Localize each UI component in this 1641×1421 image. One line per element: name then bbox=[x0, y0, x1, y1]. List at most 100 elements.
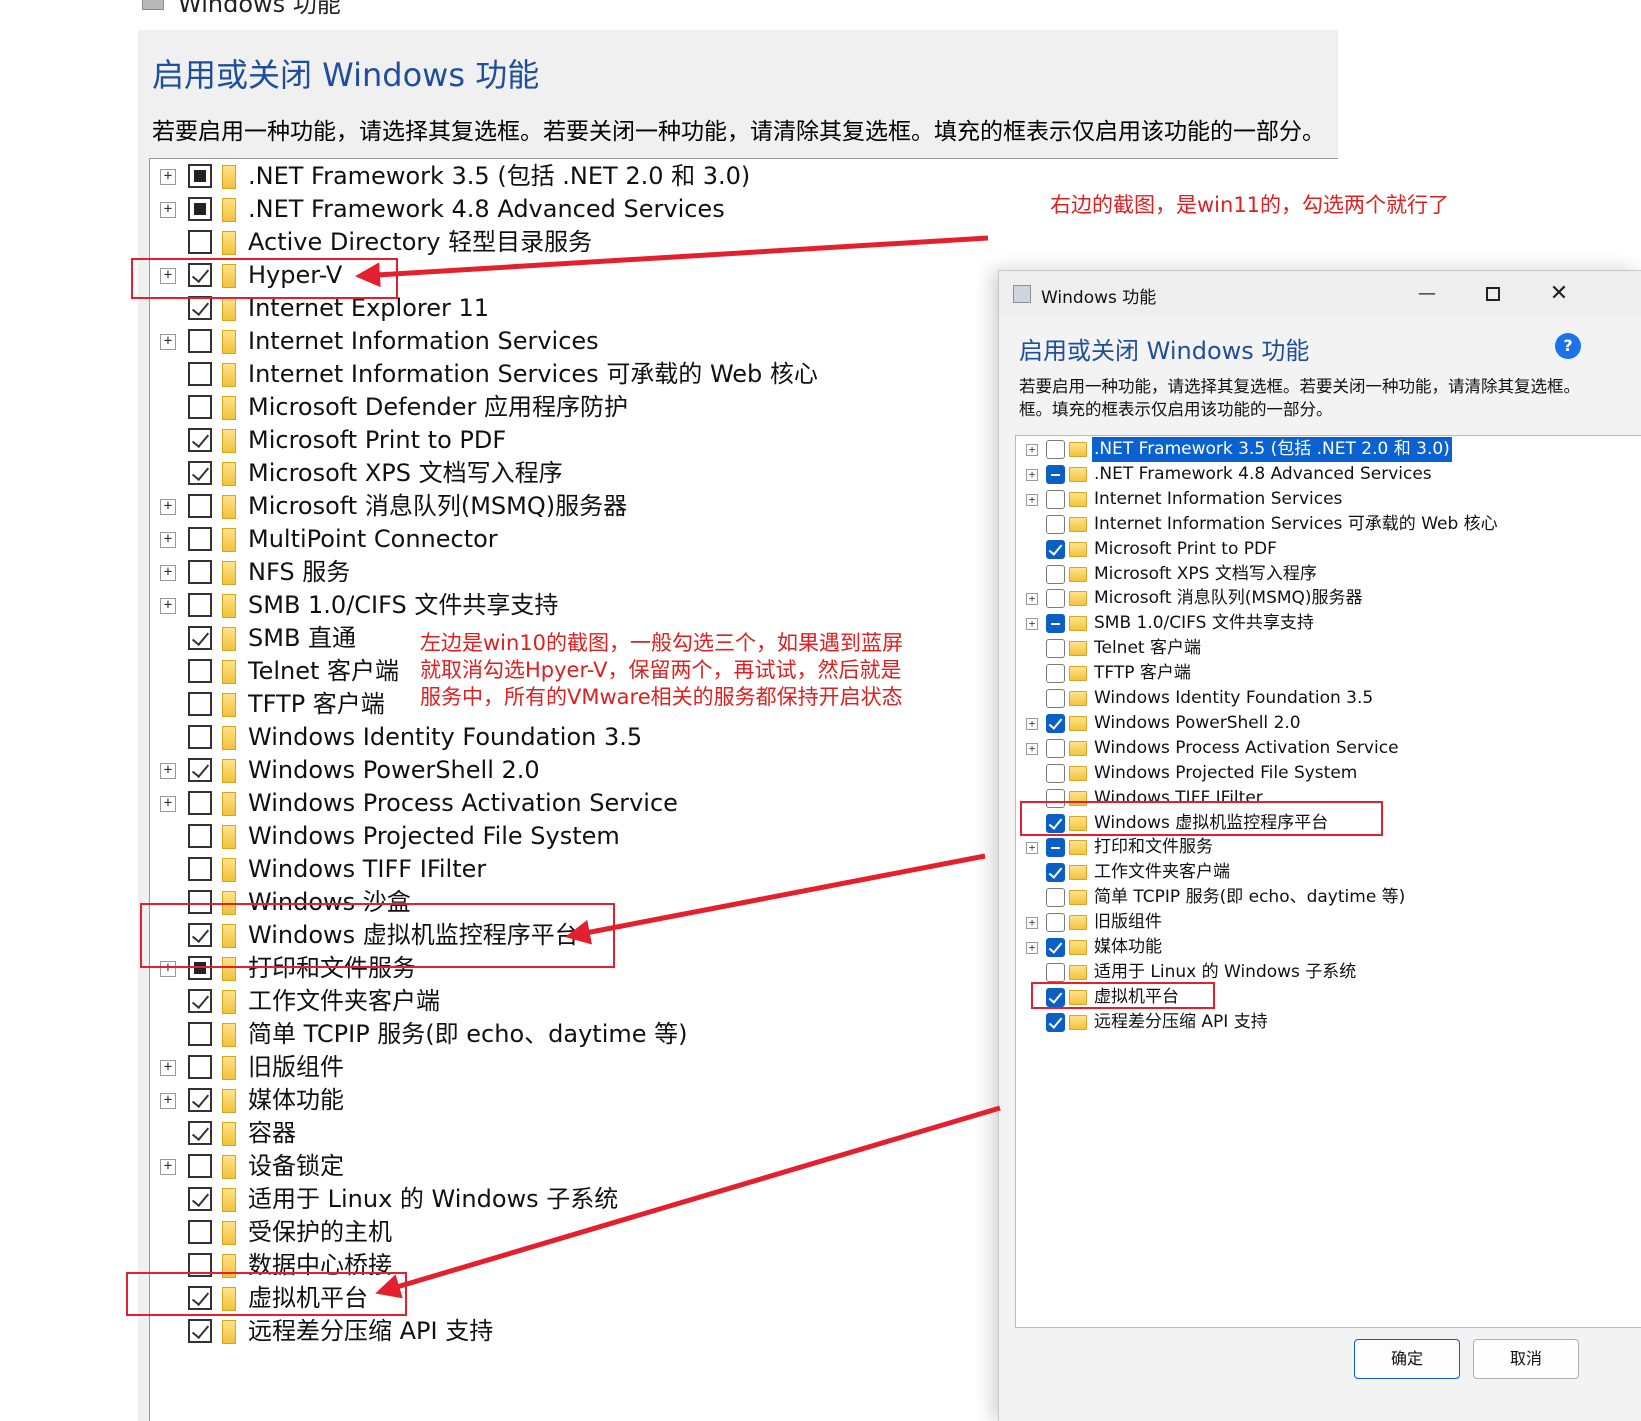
expand-icon[interactable]: + bbox=[1026, 618, 1038, 631]
feature-checkbox[interactable] bbox=[1046, 838, 1065, 858]
win11-feature-row[interactable]: TFTP 客户端 bbox=[1016, 661, 1641, 686]
feature-checkbox[interactable] bbox=[188, 626, 212, 650]
feature-checkbox[interactable] bbox=[188, 1055, 212, 1079]
feature-checkbox[interactable] bbox=[188, 329, 212, 353]
feature-checkbox[interactable] bbox=[188, 1088, 212, 1112]
feature-checkbox[interactable] bbox=[1046, 564, 1065, 584]
expand-icon[interactable]: + bbox=[1026, 917, 1038, 930]
feature-checkbox[interactable] bbox=[188, 1022, 212, 1046]
win11-feature-row[interactable]: 工作文件夹客户端 bbox=[1016, 860, 1641, 885]
expand-icon[interactable]: + bbox=[1026, 444, 1038, 456]
feature-checkbox[interactable] bbox=[1046, 440, 1065, 459]
expand-icon[interactable]: + bbox=[1026, 842, 1038, 855]
feature-checkbox[interactable] bbox=[1046, 489, 1065, 509]
win11-feature-row[interactable]: + Microsoft 消息队列(MSMQ)服务器 bbox=[1016, 586, 1641, 611]
win11-feature-row[interactable]: + .NET Framework 3.5 (包括 .NET 2.0 和 3.0) bbox=[1016, 437, 1641, 462]
feature-checkbox[interactable] bbox=[1046, 664, 1065, 684]
win11-feature-row[interactable]: + Windows Process Activation Service bbox=[1016, 736, 1641, 761]
feature-checkbox[interactable] bbox=[1046, 689, 1065, 708]
feature-checkbox[interactable] bbox=[188, 230, 212, 254]
win11-feature-row[interactable]: + 打印和文件服务 bbox=[1016, 835, 1641, 860]
win10-feature-row[interactable]: Active Directory 轻型目录服务 bbox=[150, 226, 1330, 259]
expand-icon[interactable]: + bbox=[1026, 717, 1038, 730]
expand-icon[interactable]: + bbox=[160, 1093, 176, 1109]
feature-checkbox[interactable] bbox=[188, 725, 212, 749]
feature-checkbox[interactable] bbox=[1046, 763, 1065, 783]
win11-feature-row[interactable]: Microsoft Print to PDF bbox=[1016, 537, 1641, 562]
expand-icon[interactable]: + bbox=[160, 796, 176, 812]
expand-icon[interactable]: + bbox=[1026, 593, 1038, 606]
close-button[interactable]: ✕ bbox=[1536, 279, 1582, 309]
win11-feature-tree[interactable]: + .NET Framework 3.5 (包括 .NET 2.0 和 3.0) +… bbox=[1015, 435, 1641, 1328]
expand-icon[interactable]: + bbox=[1026, 493, 1038, 506]
feature-checkbox[interactable] bbox=[1046, 913, 1065, 933]
ok-button[interactable]: 确定 bbox=[1354, 1339, 1460, 1379]
feature-checkbox[interactable] bbox=[188, 1121, 212, 1145]
expand-icon[interactable]: + bbox=[160, 1159, 176, 1175]
feature-checkbox[interactable] bbox=[188, 692, 212, 716]
win11-feature-row[interactable]: 远程差分压缩 API 支持 bbox=[1016, 1010, 1641, 1035]
feature-checkbox[interactable] bbox=[1046, 539, 1065, 559]
feature-checkbox[interactable] bbox=[1046, 738, 1065, 758]
feature-checkbox[interactable] bbox=[188, 395, 212, 419]
feature-checkbox[interactable] bbox=[188, 593, 212, 617]
expand-icon[interactable]: + bbox=[160, 334, 176, 350]
expand-icon[interactable]: + bbox=[160, 202, 176, 218]
feature-checkbox[interactable] bbox=[1046, 614, 1065, 634]
feature-checkbox[interactable] bbox=[1046, 464, 1065, 484]
feature-checkbox[interactable] bbox=[1046, 713, 1065, 733]
feature-checkbox[interactable] bbox=[188, 659, 212, 683]
win11-feature-row[interactable]: Internet Information Services 可承载的 Web 核… bbox=[1016, 512, 1641, 537]
feature-checkbox[interactable] bbox=[188, 197, 212, 221]
feature-checkbox[interactable] bbox=[188, 362, 212, 386]
win11-feature-row[interactable]: + 旧版组件 bbox=[1016, 910, 1641, 935]
feature-checkbox[interactable] bbox=[1046, 888, 1065, 908]
feature-checkbox[interactable] bbox=[188, 1319, 212, 1343]
feature-checkbox[interactable] bbox=[188, 989, 212, 1013]
win11-feature-row[interactable]: Windows Identity Foundation 3.5 bbox=[1016, 686, 1641, 711]
feature-checkbox[interactable] bbox=[188, 758, 212, 782]
win11-feature-row[interactable]: + SMB 1.0/CIFS 文件共享支持 bbox=[1016, 611, 1641, 636]
feature-checkbox[interactable] bbox=[188, 164, 212, 188]
help-icon[interactable]: ? bbox=[1555, 333, 1581, 359]
feature-checkbox[interactable] bbox=[188, 824, 212, 848]
maximize-button[interactable] bbox=[1470, 279, 1516, 309]
win11-feature-row[interactable]: Microsoft XPS 文档写入程序 bbox=[1016, 562, 1641, 587]
feature-checkbox[interactable] bbox=[188, 560, 212, 584]
win11-feature-row[interactable]: + Internet Information Services bbox=[1016, 487, 1641, 512]
win11-feature-row[interactable]: + Windows PowerShell 2.0 bbox=[1016, 711, 1641, 736]
feature-checkbox[interactable] bbox=[1046, 1012, 1065, 1032]
expand-icon[interactable]: + bbox=[1026, 468, 1038, 481]
win11-feature-row[interactable]: + .NET Framework 4.8 Advanced Services bbox=[1016, 462, 1641, 487]
expand-icon[interactable]: + bbox=[160, 1060, 176, 1076]
win11-feature-row[interactable]: + 媒体功能 bbox=[1016, 935, 1641, 960]
win11-feature-row[interactable]: 简单 TCPIP 服务(即 echo、daytime 等) bbox=[1016, 885, 1641, 910]
win11-feature-row[interactable]: Telnet 客户端 bbox=[1016, 636, 1641, 661]
feature-checkbox[interactable] bbox=[1046, 938, 1065, 957]
feature-checkbox[interactable] bbox=[188, 1154, 212, 1178]
feature-checkbox[interactable] bbox=[188, 296, 212, 320]
feature-checkbox[interactable] bbox=[188, 1187, 212, 1211]
feature-checkbox[interactable] bbox=[1046, 639, 1065, 659]
feature-checkbox[interactable] bbox=[188, 1220, 212, 1244]
win10-feature-row[interactable]: + .NET Framework 3.5 (包括 .NET 2.0 和 3.0) bbox=[150, 160, 1330, 193]
feature-checkbox[interactable] bbox=[188, 857, 212, 881]
expand-icon[interactable]: + bbox=[160, 565, 176, 581]
expand-icon[interactable]: + bbox=[1026, 942, 1038, 954]
feature-checkbox[interactable] bbox=[188, 494, 212, 518]
feature-checkbox[interactable] bbox=[1046, 863, 1065, 883]
win11-feature-row[interactable]: Windows Projected File System bbox=[1016, 761, 1641, 786]
feature-checkbox[interactable] bbox=[1046, 962, 1065, 982]
feature-checkbox[interactable] bbox=[188, 527, 212, 551]
feature-checkbox[interactable] bbox=[188, 791, 212, 815]
feature-checkbox[interactable] bbox=[188, 428, 212, 452]
expand-icon[interactable]: + bbox=[160, 598, 176, 614]
expand-icon[interactable]: + bbox=[160, 763, 176, 779]
expand-icon[interactable]: + bbox=[160, 532, 176, 548]
feature-checkbox[interactable] bbox=[1046, 589, 1065, 609]
feature-checkbox[interactable] bbox=[188, 461, 212, 485]
minimize-button[interactable]: — bbox=[1404, 279, 1450, 309]
expand-icon[interactable]: + bbox=[1026, 742, 1038, 755]
feature-checkbox[interactable] bbox=[1046, 514, 1065, 534]
expand-icon[interactable]: + bbox=[160, 499, 176, 515]
